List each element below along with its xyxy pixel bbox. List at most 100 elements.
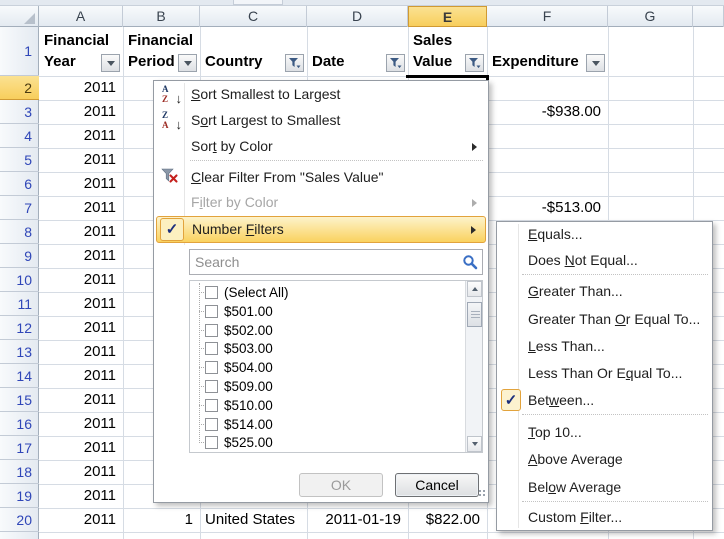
header-cell-sales-value[interactable]: Sales Value xyxy=(408,27,487,76)
list-item--501-00[interactable]: $501.00 xyxy=(190,302,464,321)
checkbox-unchecked[interactable] xyxy=(205,305,218,318)
menu-item-sort-by-color[interactable]: Sort by Color xyxy=(156,134,486,159)
financial-year-dropdown-button[interactable] xyxy=(101,54,120,72)
cell-C20[interactable]: United States xyxy=(200,508,307,532)
cell-F3[interactable]: -$938.00 xyxy=(487,100,608,124)
ok-button[interactable]: OK xyxy=(299,473,383,497)
cell-A15[interactable]: 2011 xyxy=(39,388,123,412)
row-header-5[interactable]: 5 xyxy=(0,148,39,172)
checkbox-unchecked[interactable] xyxy=(205,418,218,431)
financial-period-dropdown-button[interactable] xyxy=(178,54,197,72)
cell-A14[interactable]: 2011 xyxy=(39,364,123,388)
resize-grip-icon[interactable] xyxy=(479,490,481,492)
column-header-F[interactable]: F xyxy=(487,6,608,27)
header-cell-expenditure[interactable]: Expenditure xyxy=(487,27,608,76)
row-header-20[interactable]: 20 xyxy=(0,508,39,532)
column-header-G[interactable]: G xyxy=(608,6,693,27)
scrollbar-thumb[interactable] xyxy=(467,302,482,327)
cell-A19[interactable]: 2011 xyxy=(39,484,123,508)
list-scrollbar[interactable] xyxy=(465,281,482,452)
column-header-partial[interactable] xyxy=(693,6,724,27)
cell-A4[interactable]: 2011 xyxy=(39,124,123,148)
row-header-7[interactable]: 7 xyxy=(0,196,39,220)
checkbox-unchecked[interactable] xyxy=(205,324,218,337)
row-header-19[interactable]: 19 xyxy=(0,484,39,508)
submenu-item-above-average[interactable]: Above Average xyxy=(499,447,710,472)
row-header-11[interactable]: 11 xyxy=(0,292,39,316)
column-header-E[interactable]: E xyxy=(408,6,487,27)
cell-A3[interactable]: 2011 xyxy=(39,100,123,124)
checkbox-unchecked[interactable] xyxy=(205,399,218,412)
row-header-8[interactable]: 8 xyxy=(0,220,39,244)
country-filter-button[interactable] xyxy=(285,54,304,72)
scroll-up-button[interactable] xyxy=(467,281,482,297)
menu-item-sort-smallest-to-largest[interactable]: Sort Smallest to LargestAZ↓ xyxy=(156,82,486,107)
menu-item-sort-largest-to-smallest[interactable]: Sort Largest to SmallestZA↓ xyxy=(156,108,486,133)
menu-item-number-filters[interactable]: Number Filters✓ xyxy=(156,216,486,243)
column-header-A[interactable]: A xyxy=(39,6,123,27)
cell-A12[interactable]: 2011 xyxy=(39,316,123,340)
checkbox-unchecked[interactable] xyxy=(205,342,218,355)
row-header-13[interactable]: 13 xyxy=(0,340,39,364)
submenu-item-does-not-equal[interactable]: Does Not Equal... xyxy=(499,248,710,273)
cell-A5[interactable]: 2011 xyxy=(39,148,123,172)
submenu-item-greater-than[interactable]: Greater Than... xyxy=(499,279,710,304)
column-header-B[interactable]: B xyxy=(123,6,200,27)
row-header-4[interactable]: 4 xyxy=(0,124,39,148)
date-filter-button[interactable] xyxy=(386,54,405,72)
cell-A8[interactable]: 2011 xyxy=(39,220,123,244)
menu-item-filter-by-color[interactable]: Filter by Color xyxy=(156,190,486,215)
checkbox-unchecked[interactable] xyxy=(205,436,218,449)
row-header-3[interactable]: 3 xyxy=(0,100,39,124)
menu-item-clear-filter-from-sales-value[interactable]: Clear Filter From "Sales Value" xyxy=(156,165,486,190)
cell-A13[interactable]: 2011 xyxy=(39,340,123,364)
cell-A18[interactable]: 2011 xyxy=(39,460,123,484)
submenu-item-top-10[interactable]: Top 10... xyxy=(499,420,710,445)
row-header-14[interactable]: 14 xyxy=(0,364,39,388)
resize-grip-icon[interactable] xyxy=(483,494,485,496)
row-header-2[interactable]: 2 xyxy=(0,76,39,100)
list-item--510-00[interactable]: $510.00 xyxy=(190,396,464,415)
list-item--509-00[interactable]: $509.00 xyxy=(190,377,464,396)
cell-A2[interactable]: 2011 xyxy=(39,76,123,100)
cell-F7[interactable]: -$513.00 xyxy=(487,196,608,220)
submenu-item-equals[interactable]: Equals... xyxy=(499,222,710,247)
checkbox-unchecked[interactable] xyxy=(205,286,218,299)
row-header-15[interactable]: 15 xyxy=(0,388,39,412)
list-item--514-00[interactable]: $514.00 xyxy=(190,415,464,434)
search-input[interactable] xyxy=(189,249,483,275)
sales-value-filter-button[interactable] xyxy=(465,54,484,72)
cancel-button[interactable]: Cancel xyxy=(395,473,479,497)
checkbox-unchecked[interactable] xyxy=(205,361,218,374)
cell-A7[interactable]: 2011 xyxy=(39,196,123,220)
submenu-item-below-average[interactable]: Below Average xyxy=(499,475,710,500)
submenu-item-between[interactable]: Between...✓ xyxy=(499,388,710,413)
list-item--503-00[interactable]: $503.00 xyxy=(190,339,464,358)
cell-A9[interactable]: 2011 xyxy=(39,244,123,268)
cell-D20[interactable]: 2011-01-19 xyxy=(307,508,408,532)
list-item--525-00[interactable]: $525.00 xyxy=(190,433,464,452)
checkbox-unchecked[interactable] xyxy=(205,380,218,393)
submenu-item-greater-than-or-equal-to[interactable]: Greater Than Or Equal To... xyxy=(499,307,710,332)
list-item--504-00[interactable]: $504.00 xyxy=(190,358,464,377)
column-header-D[interactable]: D xyxy=(307,6,408,27)
row-header-6[interactable]: 6 xyxy=(0,172,39,196)
cell-A11[interactable]: 2011 xyxy=(39,292,123,316)
cell-A16[interactable]: 2011 xyxy=(39,412,123,436)
cell-E20[interactable]: $822.00 xyxy=(408,508,487,532)
resize-grip-icon[interactable] xyxy=(479,494,481,496)
header-cell-date[interactable]: Date xyxy=(307,27,408,76)
cell-A17[interactable]: 2011 xyxy=(39,436,123,460)
header-cell-financial-period[interactable]: Financial Period xyxy=(123,27,200,76)
resize-grip-icon[interactable] xyxy=(483,490,485,492)
list-item-partial[interactable] xyxy=(190,452,464,453)
row-header-10[interactable]: 10 xyxy=(0,268,39,292)
submenu-item-less-than-or-equal-to[interactable]: Less Than Or Equal To... xyxy=(499,361,710,386)
row-header-17[interactable]: 17 xyxy=(0,436,39,460)
cell-A10[interactable]: 2011 xyxy=(39,268,123,292)
row-header-9[interactable]: 9 xyxy=(0,244,39,268)
scroll-down-button[interactable] xyxy=(467,436,482,452)
submenu-item-custom-filter[interactable]: Custom Filter... xyxy=(499,505,710,530)
row-header-12[interactable]: 12 xyxy=(0,316,39,340)
list-item--502-00[interactable]: $502.00 xyxy=(190,321,464,340)
